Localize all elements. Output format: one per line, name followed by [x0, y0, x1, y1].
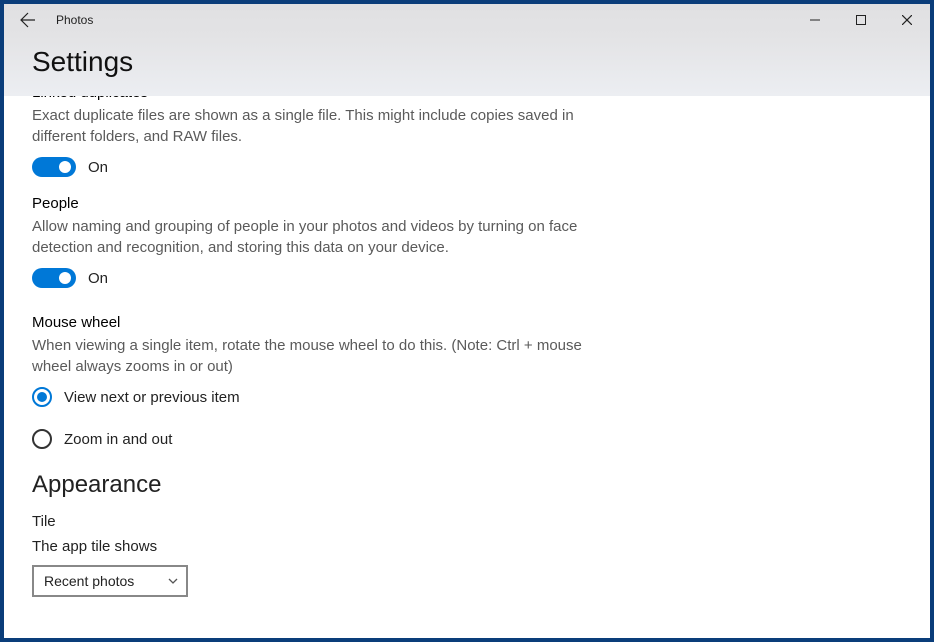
minimize-button[interactable] — [792, 4, 838, 36]
tile-label: Tile — [32, 513, 902, 530]
settings-content: Linked duplicates Exact duplicate files … — [4, 96, 930, 638]
maximize-button[interactable] — [838, 4, 884, 36]
radio-icon — [32, 429, 52, 449]
toggle-state-label: On — [88, 270, 108, 287]
mouse-wheel-option-zoom[interactable]: Zoom in and out — [32, 429, 592, 449]
close-button[interactable] — [884, 4, 930, 36]
back-button[interactable] — [4, 4, 52, 36]
app-title: Photos — [56, 13, 93, 27]
app-window: Photos Settings Linked duplicates Exact … — [4, 4, 930, 638]
titlebar: Photos — [4, 4, 930, 36]
setting-description: Allow naming and grouping of people in y… — [32, 216, 592, 258]
setting-title: Mouse wheel — [32, 314, 592, 331]
page-header: Settings — [4, 36, 930, 96]
close-icon — [902, 15, 912, 25]
linked-duplicates-toggle[interactable] — [32, 157, 76, 177]
radio-label: View next or previous item — [64, 389, 240, 406]
maximize-icon — [856, 15, 866, 25]
toggle-state-label: On — [88, 159, 108, 176]
mouse-wheel-option-next[interactable]: View next or previous item — [32, 387, 592, 407]
setting-people: People Allow naming and grouping of peop… — [32, 195, 592, 288]
setting-mouse-wheel: Mouse wheel When viewing a single item, … — [32, 314, 592, 449]
setting-description: Exact duplicate files are shown as a sin… — [32, 105, 592, 147]
radio-icon — [32, 387, 52, 407]
tile-select[interactable]: Recent photos — [32, 565, 188, 597]
appearance-heading: Appearance — [32, 471, 902, 499]
chevron-down-icon — [168, 576, 178, 586]
setting-title: Linked duplicates — [32, 96, 592, 101]
setting-linked-duplicates: Linked duplicates Exact duplicate files … — [32, 96, 592, 177]
page-title: Settings — [32, 46, 902, 78]
tile-select-value: Recent photos — [44, 573, 134, 589]
people-toggle[interactable] — [32, 268, 76, 288]
setting-description: When viewing a single item, rotate the m… — [32, 335, 592, 377]
window-controls — [792, 4, 930, 36]
tile-caption: The app tile shows — [32, 538, 902, 555]
minimize-icon — [810, 15, 820, 25]
setting-title: People — [32, 195, 592, 212]
back-arrow-icon — [20, 12, 36, 28]
radio-label: Zoom in and out — [64, 431, 172, 448]
